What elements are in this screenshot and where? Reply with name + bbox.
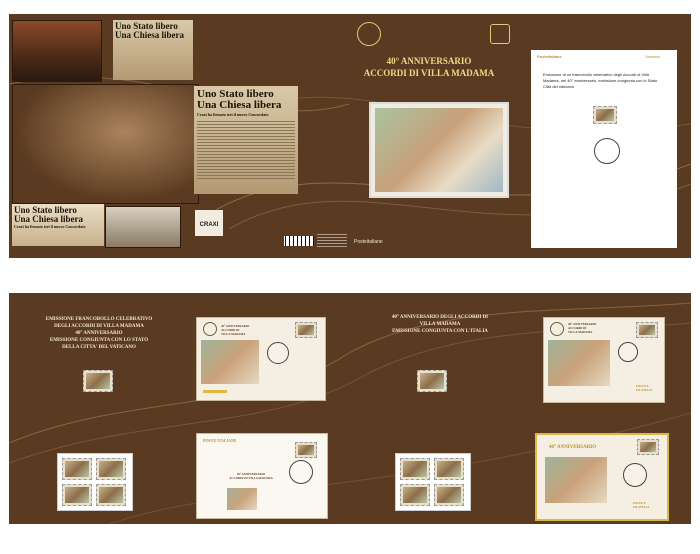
cover-title-line2: ACCORDI DI VILLA MADAMA	[363, 68, 495, 78]
headline-2c: Craxi ha firmato ieri il nuovo Concordat…	[197, 112, 269, 117]
cover2-header: POSTE ITALIANE	[203, 438, 237, 443]
first-day-cover-1: 40° ANNIVERSARIO ACCORDI DI VILLA MADAMA	[196, 317, 326, 401]
brand-small: Posteitaliane	[354, 239, 383, 245]
left-block-line-4: EMISSIONE CONGIUNTA CON LO STATO	[49, 338, 149, 343]
right-block-title: 40° ANNIVERSARIO DEGLI ACCORDI DI VILLA …	[385, 314, 495, 335]
cover1-art	[201, 340, 259, 384]
cover3-title: 40° ANNIVERSARIO ACCORDI DI VILLA MADAMA	[568, 322, 596, 334]
sheetlet-right-stamp-1	[400, 458, 430, 480]
stamp-artwork	[369, 102, 509, 198]
cover3-art	[548, 340, 610, 386]
newspaper-clip-1: Uno Stato libero Una Chiesa libera	[113, 20, 193, 80]
sheetlet-left	[57, 453, 133, 511]
cover4-art	[545, 457, 607, 503]
foundation-logo: CRAXI	[195, 210, 223, 236]
stamp-sample	[593, 106, 617, 124]
sheetlet-right	[395, 453, 471, 511]
cover3-postmark	[618, 342, 638, 362]
cover1-title-line-3: VILLA MADAMA	[221, 332, 246, 336]
left-block-line-5: DELLA CITTA' DEL VATICANO	[62, 345, 136, 350]
cover2-title: 40° ANNIVERSARIO ACCORDI DI VILLA MADAMA	[221, 472, 281, 480]
headline-2b: Una Chiesa libera	[197, 99, 282, 111]
tapestry-photo	[12, 20, 102, 82]
postmark-sample	[594, 138, 620, 164]
first-day-cover-2: POSTE ITALIANE 40° ANNIVERSARIO ACCORDI …	[196, 433, 328, 519]
single-stamp-right	[417, 370, 447, 392]
villa-illustration	[375, 108, 503, 192]
cover1-stamp	[295, 322, 317, 338]
cover4-title: 40° ANNIVERSARIO	[549, 445, 597, 450]
ceremony-photo	[105, 206, 181, 248]
newspaper-columns	[197, 121, 295, 181]
cover3-stamp	[636, 322, 658, 338]
info-card: Posteitaliane Vaticano Emissione di un f…	[531, 50, 677, 248]
headline-3c: Craxi ha firmato ieri il nuovo Concordat…	[14, 224, 86, 229]
sheetlet-right-stamp-2	[434, 458, 464, 480]
italian-republic-emblem	[357, 22, 381, 46]
card-header-right: Vaticano	[645, 54, 661, 59]
barcode	[284, 236, 314, 246]
cover2-title-line-2: ACCORDI DI VILLA MADAMA	[229, 476, 273, 480]
cover3-logo: POSTE E FILATELIA	[636, 384, 652, 392]
left-block-line-1: EMISSIONE FRANCOBOLLO CELEBRATIVO	[45, 317, 153, 322]
brand-name: Posteitaliane	[354, 239, 383, 245]
cover1-emblem	[203, 322, 217, 336]
cover2-stamp	[295, 442, 317, 458]
cover-title-line1: 40° ANNIVERSARIO	[386, 56, 472, 66]
top-folder-panel: Uno Stato libero Una Chiesa libera Uno S…	[9, 14, 691, 258]
sheetlet-right-stamp-4	[434, 484, 464, 506]
right-block-line-2: VILLA MADAMA	[419, 322, 461, 327]
cover4-logo: POSTE E FILATELIA	[633, 501, 649, 509]
cover2-postmark	[289, 460, 313, 484]
cover4-postmark	[623, 463, 647, 487]
cover3-logo-line-2: FILATELIA	[636, 388, 653, 392]
sheetlet-left-stamp-1	[62, 458, 92, 480]
bottom-folder-panel: EMISSIONE FRANCOBOLLO CELEBRATIVO DEGLI …	[9, 293, 691, 524]
cover1-title: 40° ANNIVERSARIO ACCORDI DI VILLA MADAMA	[221, 324, 249, 336]
cover4-logo-line-2: FILATELIA	[633, 505, 650, 509]
cover2-art	[227, 488, 257, 510]
left-block-title: EMISSIONE FRANCOBOLLO CELEBRATIVO DEGLI …	[39, 316, 159, 351]
left-block-line-3: 40° ANNIVERSARIO	[75, 331, 123, 336]
foundation-name: CRAXI	[199, 222, 219, 228]
colophon-text	[317, 234, 347, 248]
right-block-line-1: 40° ANNIVERSARIO DEGLI ACCORDI DI	[391, 315, 489, 320]
single-stamp-left	[83, 370, 113, 392]
headline-1b: Una Chiesa libera	[115, 30, 185, 40]
vatican-emblem	[490, 24, 510, 44]
cover3-title-line-3: VILLA MADAMA	[568, 330, 593, 334]
cover1-postmark	[267, 342, 289, 364]
newspaper-clip-3: Uno Stato libero Una Chiesa libera Craxi…	[12, 204, 104, 246]
sheetlet-left-stamp-4	[96, 484, 126, 506]
cover3-emblem	[550, 322, 564, 336]
right-block-line-3: EMISSIONE CONGIUNTA CON L'ITALIA	[392, 329, 488, 334]
cover4-stamp	[637, 439, 659, 455]
signing-photo	[12, 84, 199, 204]
newspaper-clip-2: Uno Stato libero Una Chiesa libera Craxi…	[194, 86, 298, 194]
card-description: Emissione di un francobollo celebrativo …	[543, 72, 658, 89]
left-block-line-2: DEGLI ACCORDI DI VILLA MADAMA	[54, 324, 144, 329]
first-day-cover-4: 40° ANNIVERSARIO POSTE E FILATELIA	[535, 433, 669, 521]
card-header-left: Posteitaliane	[537, 54, 562, 59]
headline-3b: Una Chiesa libera	[14, 214, 84, 224]
sheetlet-right-stamp-3	[400, 484, 430, 506]
sheetlet-left-stamp-2	[96, 458, 126, 480]
first-day-cover-3: 40° ANNIVERSARIO ACCORDI DI VILLA MADAMA…	[543, 317, 665, 403]
sheetlet-left-stamp-3	[62, 484, 92, 506]
cover1-label	[203, 390, 227, 393]
